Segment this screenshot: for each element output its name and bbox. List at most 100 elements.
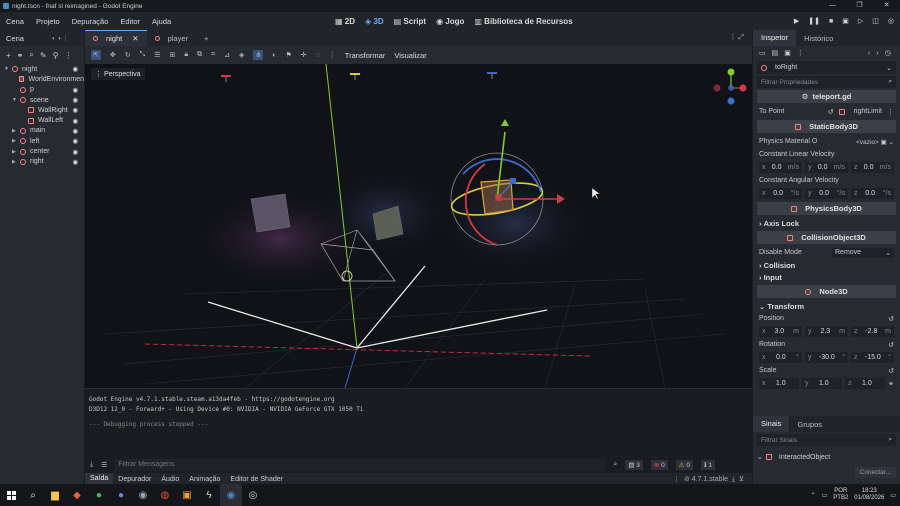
tab-player[interactable]: player [147, 30, 196, 46]
physicsbody-section[interactable]: PhysicsBody3D [757, 202, 896, 215]
new-resource-icon[interactable]: ▭ [759, 49, 766, 57]
language-indicator[interactable]: POR PTB2 [833, 488, 848, 502]
rotation-z[interactable]: z -15.0 ° [851, 352, 894, 363]
connect-button[interactable]: Conectar... [854, 467, 896, 478]
menu-scene[interactable]: Cena [0, 17, 30, 26]
tree-node-right[interactable]: ▶ right ◉ [0, 157, 84, 167]
discord-icon[interactable]: ● [110, 484, 132, 506]
view-menu[interactable]: Visualizar [394, 51, 426, 60]
angular-velocity-z[interactable]: z 0.0 °/s [851, 188, 894, 199]
angular-velocity-y[interactable]: y 0.0 °/s [805, 188, 848, 199]
visibility-eye-icon[interactable]: ◉ [72, 137, 78, 145]
search-icon[interactable]: ⌕ [613, 461, 617, 469]
tree-node-wallleft[interactable]: WallLeft ◉ [0, 115, 84, 125]
script-attach-icon[interactable]: ✎ [40, 51, 47, 60]
distraction-free-icon[interactable]: ⋮ ⤢ [729, 33, 744, 42]
chrome-icon[interactable]: ◍ [154, 484, 176, 506]
toolbar-more-icon[interactable]: ⋮ [329, 51, 336, 59]
list-select-icon[interactable]: ☰ [154, 51, 160, 59]
tab-groups[interactable]: Grupos [789, 420, 830, 429]
play-custom-icon[interactable]: ◫ [872, 17, 879, 25]
save-resource-icon[interactable]: ▣ [784, 49, 791, 57]
tree-node-night[interactable]: ▼ night ◉ [0, 64, 84, 74]
mode-3d-button[interactable]: ◈ 3D [365, 17, 384, 26]
mode-script-button[interactable]: ▤ Script [394, 17, 426, 26]
local-space-icon[interactable]: ◈ [239, 51, 244, 59]
link-scale-icon[interactable]: ⚭ [888, 380, 894, 388]
scale-x[interactable]: x 1.0 [759, 378, 800, 389]
menu-help[interactable]: Ajuda [146, 17, 177, 26]
position-z[interactable]: z -2.8 m [851, 326, 894, 337]
mode-assetlib-button[interactable]: ▥ Biblioteca de Recursos [474, 17, 572, 26]
visibility-eye-icon[interactable]: ◉ [72, 86, 78, 94]
search-icon[interactable]: ⌕ [22, 484, 44, 506]
transform-group[interactable]: ⌄ Transform [753, 300, 900, 312]
dock-menu-icon[interactable]: ◐ ◑ ⋮ [52, 35, 69, 42]
movie-maker-icon[interactable]: ◎ [888, 17, 894, 25]
tree-node-p[interactable]: p ◉ [0, 85, 84, 95]
rotation-y[interactable]: y -30.0 ° [805, 352, 848, 363]
tree-node-left[interactable]: ▶ left ◉ [0, 136, 84, 146]
mode-2d-button[interactable]: ▦ 2D [335, 17, 355, 26]
notification-icon[interactable]: ▭ [890, 492, 896, 499]
tree-node-center[interactable]: ▶ center ◉ [0, 146, 84, 156]
tab-inspector[interactable]: Inspetor [753, 30, 797, 46]
load-resource-icon[interactable]: ▤ [772, 49, 779, 57]
scale-y[interactable]: y 1.0 [802, 378, 843, 389]
network-icon[interactable]: ▭ [822, 492, 828, 499]
remote-debug-icon[interactable]: ▣ [842, 17, 849, 25]
menu-editor[interactable]: Editor [114, 17, 146, 26]
position-y[interactable]: y 2.3 m [805, 326, 848, 337]
visibility-eye-icon[interactable]: ◉ [72, 65, 78, 73]
expand-arrow-icon[interactable]: ▶ [12, 138, 20, 144]
position-x[interactable]: x 3.0 m [759, 326, 802, 337]
collisionobject-section[interactable]: CollisionObject3D [757, 231, 896, 244]
game-launcher-icon[interactable]: ▣ [176, 484, 198, 506]
grid-snap-icon[interactable]: ⋔ [253, 50, 264, 60]
reset-icon[interactable]: ↺ [888, 341, 894, 349]
play-icon[interactable]: ▶ [794, 17, 799, 25]
search-icon[interactable]: ⌕ [29, 50, 33, 60]
visibility-eye-icon[interactable]: ◉ [72, 117, 78, 125]
rotate-tool-icon[interactable]: ↻ [125, 51, 131, 59]
staticbody-section[interactable]: StaticBody3D [757, 120, 896, 133]
history-forward-icon[interactable]: › [876, 50, 878, 57]
viewport-3d[interactable]: ⋮ Perspectiva [85, 64, 752, 388]
info-count-button[interactable]: ℹ 1 [701, 459, 715, 470]
bolt-icon[interactable]: ϟ [198, 484, 220, 506]
windows-start-icon[interactable] [0, 484, 22, 506]
rotation-x[interactable]: x 0.0 ° [759, 352, 802, 363]
reset-icon[interactable]: ↺ [888, 315, 894, 323]
select-tool-icon[interactable]: ⇱ [91, 50, 101, 60]
menu-project[interactable]: Projeto [30, 17, 66, 26]
expand-arrow-icon[interactable]: ▶ [12, 159, 20, 165]
expand-arrow-icon[interactable]: ▶ [12, 149, 20, 155]
visibility-eye-icon[interactable]: ◉ [72, 158, 78, 166]
menu-debug[interactable]: Depuração [66, 17, 115, 26]
minimize-button[interactable]: — [819, 0, 846, 12]
input-group[interactable]: › Input [753, 271, 900, 283]
signal-item[interactable]: ⌄ InteractedObject [757, 453, 830, 462]
linear-velocity-x[interactable]: x 0.0 m/s [759, 162, 802, 173]
linear-velocity-z[interactable]: z 0.0 m/s [851, 162, 894, 173]
play-scene-icon[interactable]: ▷ [858, 17, 863, 25]
clock[interactable]: 18:23 01/08/2026 [854, 488, 884, 502]
move-tool-icon[interactable]: ✥ [110, 51, 116, 59]
perspective-menu[interactable]: ⋮ Perspectiva [91, 68, 145, 80]
transform-menu[interactable]: Transformar [345, 51, 386, 60]
visibility-eye-icon[interactable]: ◉ [72, 96, 78, 104]
angular-velocity-x[interactable]: x 0.0 °/s [759, 188, 802, 199]
expand-arrow-icon[interactable]: ▶ [12, 128, 20, 134]
warning-count-button[interactable]: ⚠ 0 [675, 459, 694, 470]
scene-tab[interactable]: Cena [6, 34, 24, 43]
scale-z[interactable]: z 1.0 [845, 378, 886, 389]
node3d-section[interactable]: Node3D [757, 285, 896, 298]
scale-tool-icon[interactable]: ⤡ [140, 51, 146, 59]
ruler-icon[interactable]: ⊞ [170, 51, 176, 59]
file-explorer-icon[interactable]: ▆ [44, 484, 66, 506]
reset-icon[interactable]: ↺ [888, 367, 894, 375]
tree-node-main[interactable]: ▶ main ◉ [0, 126, 84, 136]
tree-node-worldenvironmen[interactable]: WorldEnvironmen [0, 74, 84, 84]
log-count-button[interactable]: ▤ 3 [625, 459, 643, 470]
add-node-icon[interactable]: + [6, 51, 11, 60]
